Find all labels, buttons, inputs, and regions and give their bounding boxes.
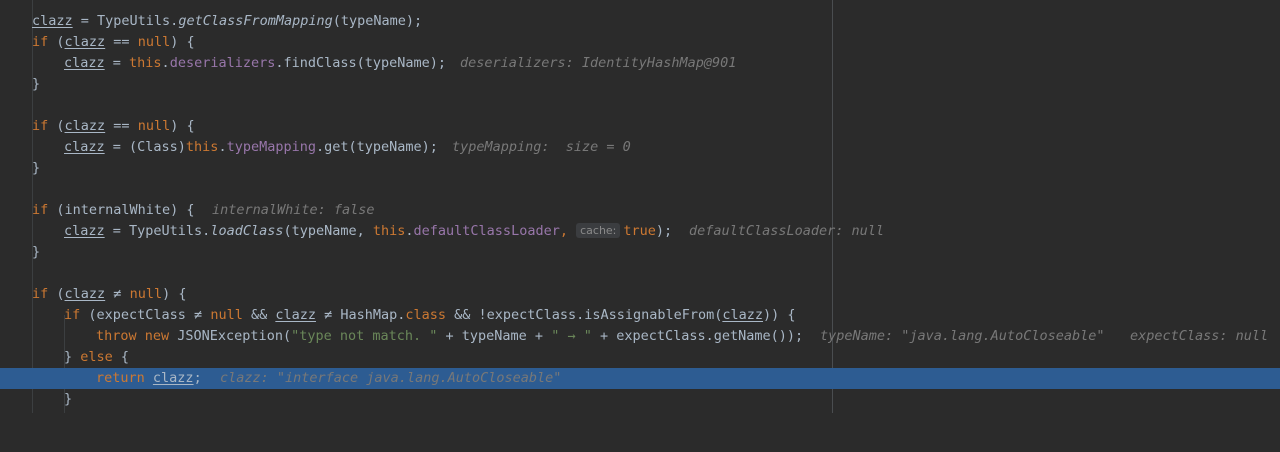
inline-debug-value[interactable]: internalWhite: false	[212, 200, 375, 221]
inline-debug-value[interactable]: clazz: "interface java.lang.AutoCloseabl…	[220, 368, 561, 389]
field-reference[interactable]: typeMapping	[227, 139, 316, 155]
inline-debug-value[interactable]: typeName: "java.lang.AutoCloseable"	[820, 326, 1104, 347]
code-line[interactable]: clazz = (Class)this.typeMapping.get(type…	[0, 137, 1280, 158]
code-line[interactable]: }	[0, 389, 1280, 410]
field-reference[interactable]: deserializers	[170, 55, 276, 71]
code-line[interactable]: if (internalWhite) { internalWhite: fals…	[0, 200, 1280, 221]
code-line[interactable]: }	[0, 242, 1280, 263]
variable-clazz[interactable]: clazz	[64, 223, 105, 239]
inline-debug-value[interactable]: deserializers: IdentityHashMap@901	[460, 53, 736, 74]
inline-debug-value[interactable]: typeMapping: size = 0	[452, 137, 631, 158]
variable-clazz[interactable]: clazz	[65, 34, 106, 50]
parameter-name-hint: cache:	[576, 223, 621, 238]
variable-clazz[interactable]: clazz	[64, 139, 105, 155]
inline-debug-value[interactable]: expectClass: null	[1130, 326, 1268, 347]
field-reference[interactable]: defaultClassLoader	[414, 223, 560, 239]
variable-clazz[interactable]: clazz	[32, 13, 73, 29]
variable-clazz[interactable]: clazz	[275, 307, 316, 323]
code-line[interactable]: }	[0, 158, 1280, 179]
method-call[interactable]: getClassFromMapping	[178, 13, 332, 29]
variable-clazz[interactable]: clazz	[153, 370, 194, 386]
current-execution-line[interactable]: return clazz; clazz: "interface java.lan…	[0, 368, 1280, 389]
code-line[interactable]: }	[0, 74, 1280, 95]
code-editor[interactable]: clazz = TypeUtils.getClassFromMapping(ty…	[0, 0, 1280, 413]
variable-clazz[interactable]: clazz	[722, 307, 763, 323]
variable-clazz[interactable]: clazz	[64, 55, 105, 71]
inline-debug-value[interactable]: defaultClassLoader: null	[689, 221, 884, 242]
code-line[interactable]: if (clazz == null) {	[0, 116, 1280, 137]
method-call[interactable]: loadClass	[210, 223, 283, 239]
code-line[interactable]: throw new JSONException("type not match.…	[0, 326, 1280, 347]
code-line[interactable]: if (expectClass ≠ null && clazz ≠ HashMa…	[0, 305, 1280, 326]
code-line[interactable]: clazz = TypeUtils.getClassFromMapping(ty…	[0, 11, 1280, 32]
code-line[interactable]: if (clazz == null) {	[0, 32, 1280, 53]
code-line[interactable]: } else {	[0, 347, 1280, 368]
variable-clazz[interactable]: clazz	[65, 286, 106, 302]
code-line[interactable]: if (clazz ≠ null) {	[0, 284, 1280, 305]
code-line[interactable]: clazz = this.deserializers.findClass(typ…	[0, 53, 1280, 74]
code-line[interactable]: clazz = TypeUtils.loadClass(typeName, th…	[0, 221, 1280, 242]
variable-clazz[interactable]: clazz	[65, 118, 106, 134]
